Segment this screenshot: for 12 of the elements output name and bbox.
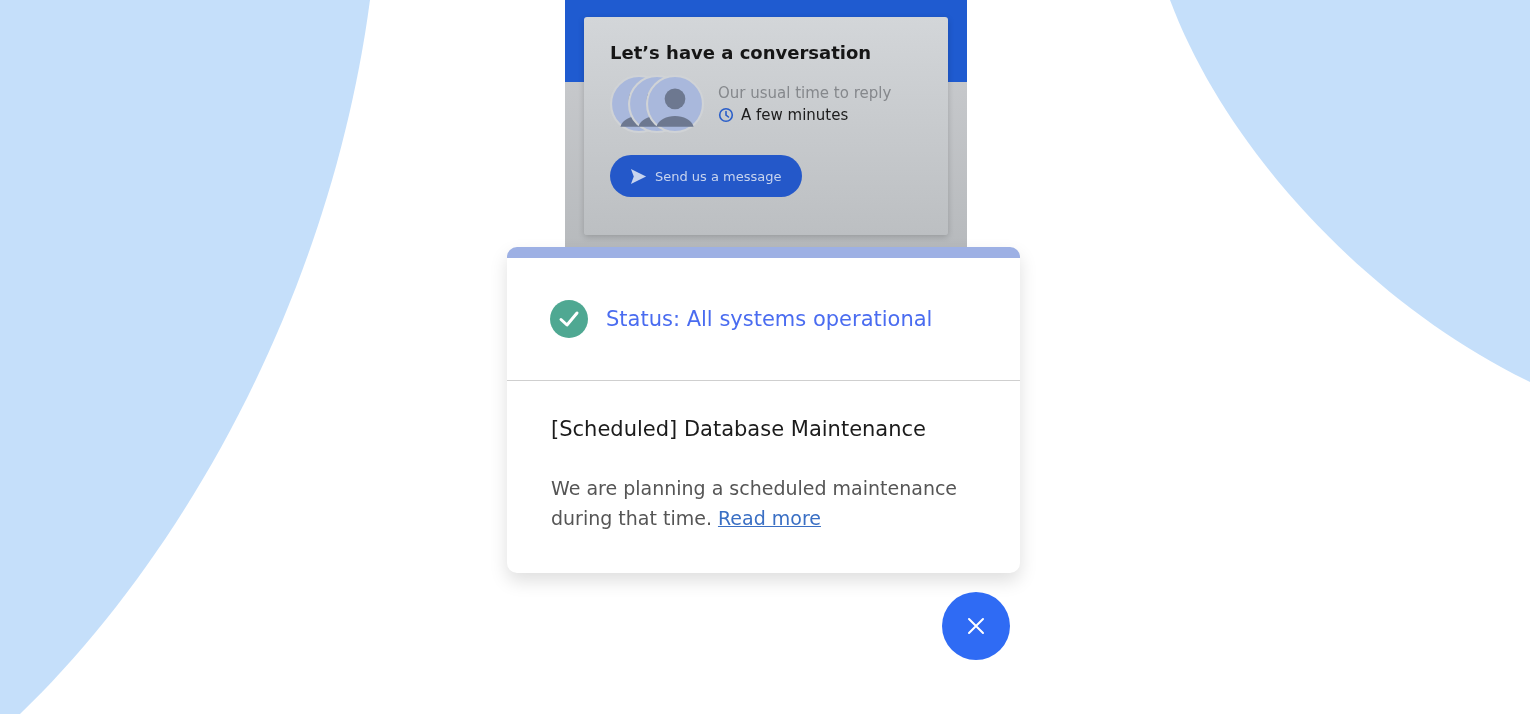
read-more-link[interactable]: Read more [717, 507, 821, 529]
widget-title: Let’s have a conversation [610, 41, 873, 65]
reply-time: A few minutes [741, 105, 849, 126]
clock-icon [718, 107, 734, 123]
avatar [646, 75, 704, 133]
reply-time-label: Our usual time to reply [718, 83, 892, 104]
close-icon [967, 617, 985, 635]
notice-title: [Scheduled] Database Maintenance [551, 416, 927, 443]
status-text: Status: All systems operational [606, 307, 933, 331]
send-icon [630, 167, 647, 185]
notice-text: We are planning a scheduled maintenance during that time. Read more [551, 476, 959, 531]
send-message-button[interactable]: Send us a message [610, 155, 802, 197]
